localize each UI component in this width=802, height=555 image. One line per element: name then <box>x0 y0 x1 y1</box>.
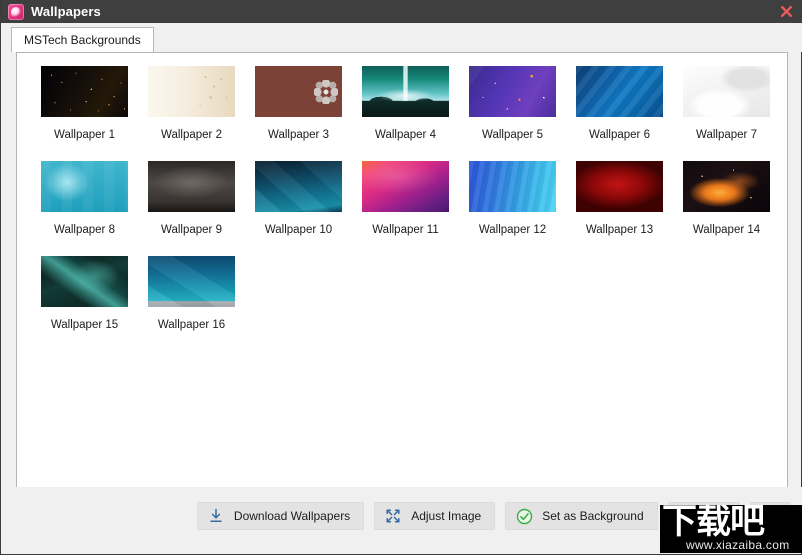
resize-arrows-icon <box>384 507 402 525</box>
wallpapers-window: Wallpapers MSTech Backgrounds Wallpaper … <box>0 0 802 555</box>
wallpaper-item[interactable]: Wallpaper 9 <box>138 161 245 236</box>
set-as-background-label: Set as Background <box>542 509 644 523</box>
wallpaper-thumbnail[interactable] <box>469 66 556 117</box>
wallpaper-thumbnail[interactable] <box>255 66 342 117</box>
wallpaper-label: Wallpaper 4 <box>375 129 436 141</box>
wallpaper-thumbnail[interactable] <box>41 256 128 307</box>
wallpaper-label: Wallpaper 8 <box>54 224 115 236</box>
wallpaper-grid: Wallpaper 1 Wallpaper 2 Wallpaper 3 Wallpap… <box>31 66 781 351</box>
wallpaper-label: Wallpaper 2 <box>161 129 222 141</box>
wallpaper-thumbnail[interactable] <box>576 66 663 117</box>
download-wallpapers-button[interactable]: Download Wallpapers <box>196 502 365 530</box>
wallpaper-panel: Wallpaper 1 Wallpaper 2 Wallpaper 3 Wallpap… <box>16 52 788 488</box>
wallpaper-item[interactable]: Wallpaper 15 <box>31 256 138 331</box>
wallpaper-label: Wallpaper 7 <box>696 129 757 141</box>
wallpaper-item[interactable]: Wallpaper 10 <box>245 161 352 236</box>
adjust-image-button[interactable]: Adjust Image <box>374 502 496 530</box>
wallpaper-label: Wallpaper 11 <box>372 224 439 236</box>
wallpaper-item[interactable]: Wallpaper 7 <box>673 66 780 141</box>
download-icon <box>207 507 225 525</box>
wallpaper-item[interactable]: Wallpaper 6 <box>566 66 673 141</box>
bottom-toolbar: Download Wallpapers Adjust Image Set as … <box>2 487 802 553</box>
wallpaper-item[interactable]: Wallpaper 16 <box>138 256 245 331</box>
wallpaper-label: Wallpaper 15 <box>50 319 119 331</box>
wallpaper-item[interactable]: Wallpaper 4 <box>352 66 459 141</box>
tab-label: MSTech Backgrounds <box>24 33 141 47</box>
adjust-image-label: Adjust Image <box>411 509 482 523</box>
title-bar: Wallpapers <box>1 0 802 23</box>
wallpaper-item[interactable]: Wallpaper 13 <box>566 161 673 236</box>
wallpaper-label: Wallpaper 10 <box>264 224 333 236</box>
wallpaper-thumbnail[interactable] <box>683 66 770 117</box>
wallpaper-thumbnail[interactable] <box>148 161 235 212</box>
wallpaper-item[interactable]: Wallpaper 11 <box>352 161 459 236</box>
wallpaper-item[interactable]: Wallpaper 8 <box>31 161 138 236</box>
set-as-background-button[interactable]: Set as Background <box>505 502 658 530</box>
wallpaper-item[interactable]: Wallpaper 5 <box>459 66 566 141</box>
wallpaper-thumbnail[interactable] <box>41 66 128 117</box>
wallpaper-label: Wallpaper 1 <box>54 129 115 141</box>
download-wallpapers-label: Download Wallpapers <box>233 509 351 523</box>
wallpaper-thumbnail[interactable] <box>362 161 449 212</box>
wallpaper-label: Wallpaper 3 <box>268 129 329 141</box>
wallpaper-label: Wallpaper 16 <box>157 319 226 331</box>
wallpaper-label: Wallpaper 14 <box>692 224 761 236</box>
wallpapers-app-icon <box>8 3 24 20</box>
wallpaper-thumbnail[interactable] <box>148 256 235 307</box>
wallpaper-label: Wallpaper 12 <box>478 224 547 236</box>
wallpaper-item[interactable]: Wallpaper 3 <box>245 66 352 141</box>
wallpaper-thumbnail[interactable] <box>683 161 770 212</box>
wallpaper-thumbnail[interactable] <box>469 161 556 212</box>
close-icon[interactable] <box>769 0 802 23</box>
wallpaper-thumbnail[interactable] <box>41 161 128 212</box>
tab-mstech-backgrounds[interactable]: MSTech Backgrounds <box>11 27 154 52</box>
wallpaper-label: Wallpaper 13 <box>585 224 654 236</box>
wallpaper-thumbnail[interactable] <box>255 161 342 212</box>
wallpaper-thumbnail[interactable] <box>362 66 449 117</box>
green-check-circle-icon <box>515 507 533 525</box>
wallpaper-label: Wallpaper 5 <box>482 129 543 141</box>
site-watermark: 下载吧 www.xiazaiba.com <box>660 505 802 553</box>
tab-strip: MSTech Backgrounds <box>2 23 802 52</box>
wallpaper-item[interactable]: Wallpaper 12 <box>459 161 566 236</box>
wallpaper-item[interactable]: Wallpaper 14 <box>673 161 780 236</box>
watermark-url: www.xiazaiba.com <box>686 538 790 552</box>
wallpaper-item[interactable]: Wallpaper 2 <box>138 66 245 141</box>
wallpaper-thumbnail[interactable] <box>148 66 235 117</box>
wallpaper-label: Wallpaper 9 <box>161 224 222 236</box>
wallpaper-label: Wallpaper 6 <box>589 129 650 141</box>
window-title: Wallpapers <box>31 4 101 19</box>
wallpaper-thumbnail[interactable] <box>576 161 663 212</box>
wallpaper-item[interactable]: Wallpaper 1 <box>31 66 138 141</box>
